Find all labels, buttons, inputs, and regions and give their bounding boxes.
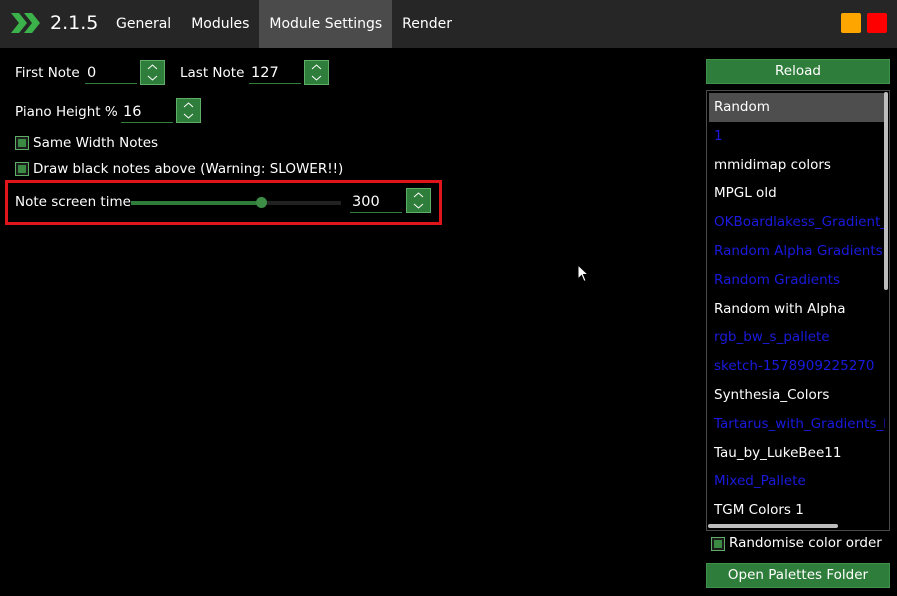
randomise-color-order-label: Randomise color order bbox=[729, 535, 882, 551]
note-screen-time-input[interactable]: 300 bbox=[350, 191, 402, 213]
first-note-input[interactable]: 0 bbox=[85, 62, 137, 84]
note-screen-time-decrement[interactable] bbox=[407, 201, 430, 213]
palette-list-item[interactable]: TGM Colors 1 bbox=[709, 496, 885, 525]
palette-list-item[interactable]: Mixed_Pallete bbox=[709, 467, 885, 496]
chevron-down-icon bbox=[183, 113, 194, 119]
piano-height-decrement[interactable] bbox=[177, 111, 200, 123]
same-width-notes-label: Same Width Notes bbox=[33, 135, 159, 151]
note-screen-time-slider-fill bbox=[131, 201, 261, 205]
chevron-up-icon bbox=[311, 64, 322, 70]
main-tabs: General Modules Module Settings Render bbox=[106, 0, 462, 48]
checkbox-check-mark bbox=[18, 139, 26, 147]
note-screen-time-stepper[interactable] bbox=[406, 188, 431, 213]
app-logo-icon bbox=[11, 13, 40, 33]
palette-list-item[interactable]: OKBoardlakess_Gradient_Pal bbox=[709, 208, 885, 237]
palette-list-item[interactable]: Synthesia_Colors bbox=[709, 381, 885, 410]
chevron-up-icon bbox=[147, 64, 158, 70]
palette-list-scrollbar[interactable] bbox=[884, 92, 888, 290]
first-note-decrement[interactable] bbox=[141, 73, 164, 85]
randomise-color-order-checkbox[interactable] bbox=[711, 537, 725, 551]
note-screen-time-label: Note screen time bbox=[15, 194, 131, 210]
first-note-stepper[interactable] bbox=[140, 60, 165, 85]
first-note-label: First Note bbox=[15, 65, 80, 81]
last-note-stepper[interactable] bbox=[304, 60, 329, 85]
palette-list-item[interactable]: sketch-1578909225270 bbox=[709, 352, 885, 381]
piano-height-label: Piano Height % bbox=[15, 104, 118, 120]
palette-list-item[interactable]: 1 bbox=[709, 122, 885, 151]
palette-list-item[interactable]: Random with Alpha bbox=[709, 295, 885, 324]
palette-list-horizontal-scrollbar[interactable] bbox=[708, 524, 838, 528]
last-note-label: Last Note bbox=[180, 65, 245, 81]
same-width-notes-checkbox[interactable] bbox=[15, 136, 29, 150]
palette-list-item[interactable]: MPGL old bbox=[709, 179, 885, 208]
last-note-decrement[interactable] bbox=[305, 73, 328, 85]
checkbox-check-mark bbox=[714, 540, 722, 548]
draw-black-notes-above-checkbox[interactable] bbox=[15, 162, 29, 176]
note-screen-time-slider-thumb[interactable] bbox=[256, 197, 267, 208]
chevron-down-icon bbox=[147, 75, 158, 81]
tab-module-settings[interactable]: Module Settings bbox=[259, 0, 393, 48]
checkbox-check-mark bbox=[18, 165, 26, 173]
open-palettes-folder-button[interactable]: Open Palettes Folder bbox=[706, 563, 890, 588]
draw-black-notes-above-label: Draw black notes above (Warning: SLOWER!… bbox=[33, 161, 344, 177]
note-screen-time-increment[interactable] bbox=[407, 189, 430, 201]
palette-list-item[interactable]: rgb_bw_s_pallete bbox=[709, 323, 885, 352]
last-note-input[interactable]: 127 bbox=[249, 62, 301, 84]
palette-list-item[interactable]: Random Gradients bbox=[709, 266, 885, 295]
close-button[interactable] bbox=[867, 13, 887, 33]
palette-list-item[interactable]: Tartarus_with_Gradients_by_L bbox=[709, 410, 885, 439]
piano-height-stepper[interactable] bbox=[176, 98, 201, 123]
palette-list-item[interactable]: Random bbox=[709, 93, 885, 122]
reload-button[interactable]: Reload bbox=[706, 59, 890, 84]
piano-height-input[interactable]: 16 bbox=[121, 101, 173, 123]
chevron-down-icon bbox=[413, 203, 424, 209]
palette-list-item[interactable]: Tau_by_LukeBee11 bbox=[709, 439, 885, 468]
palette-list-item[interactable]: mmidimap colors bbox=[709, 151, 885, 180]
mouse-cursor-icon bbox=[577, 264, 589, 283]
first-note-increment[interactable] bbox=[141, 61, 164, 73]
chevron-down-icon bbox=[311, 75, 322, 81]
chevron-up-icon bbox=[413, 192, 424, 198]
app-version: 2.1.5 bbox=[50, 12, 99, 34]
piano-height-increment[interactable] bbox=[177, 99, 200, 111]
palette-list[interactable]: Random 1 mmidimap colors MPGL old OKBoardlak… bbox=[706, 90, 890, 531]
last-note-increment[interactable] bbox=[305, 61, 328, 73]
minimize-button[interactable] bbox=[841, 13, 861, 33]
tab-general[interactable]: General bbox=[106, 0, 181, 48]
palette-list-item[interactable]: Random Alpha Gradients bbox=[709, 237, 885, 266]
chevron-up-icon bbox=[183, 102, 194, 108]
tab-modules[interactable]: Modules bbox=[181, 0, 259, 48]
tab-render[interactable]: Render bbox=[392, 0, 462, 48]
title-bar: 2.1.5 General Modules Module Settings Re… bbox=[0, 0, 897, 48]
